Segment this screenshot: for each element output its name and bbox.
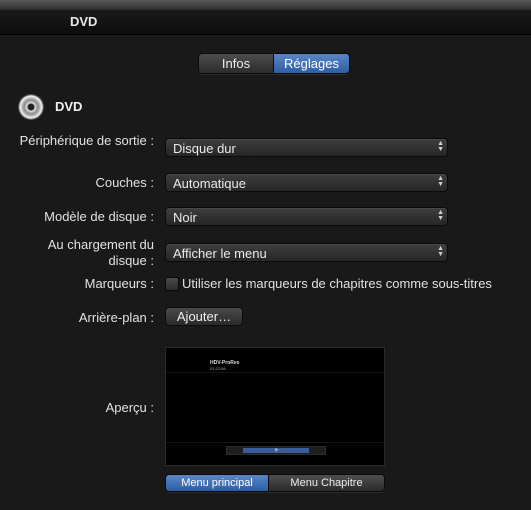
- output-device-popup[interactable]: Disque dur ▲ ▼: [165, 138, 448, 157]
- tab-infos[interactable]: Infos: [199, 54, 273, 73]
- inspector-tabs: Infos Réglages: [198, 53, 350, 74]
- on-load-popup[interactable]: Afficher le menu ▲ ▼: [165, 243, 448, 262]
- preview-divider: [166, 442, 384, 443]
- output-device-value: Disque dur: [173, 141, 236, 156]
- popup-arrows-icon: ▲ ▼: [437, 140, 444, 153]
- background-label: Arrière-plan :: [78, 310, 154, 325]
- markers-checkbox-label[interactable]: Utiliser les marqueurs de chapitres comm…: [182, 276, 492, 291]
- markers-checkbox[interactable]: [165, 277, 179, 291]
- popup-arrows-icon: ▲ ▼: [437, 175, 444, 188]
- output-device-label: Périphérique de sortie :: [19, 133, 154, 148]
- dvd-disc-icon: [19, 95, 43, 119]
- layers-value: Automatique: [173, 176, 246, 191]
- window-top-strip: [0, 0, 531, 10]
- disc-template-label: Modèle de disque :: [44, 209, 154, 224]
- play-icon: ▶: [275, 447, 279, 453]
- popup-arrows-icon: ▲ ▼: [437, 245, 444, 258]
- markers-label: Marqueurs :: [84, 276, 154, 291]
- preview-label: Aperçu :: [105, 400, 154, 415]
- preview-thumb-time: 01:22:58: [210, 366, 226, 371]
- window-title: DVD: [70, 14, 98, 29]
- disc-template-value: Noir: [173, 210, 197, 225]
- preview-playbar: ▶: [226, 446, 326, 455]
- section-title: DVD: [55, 99, 83, 114]
- menu-tabs: Menu principal Menu Chapitre: [165, 474, 385, 492]
- add-background-button[interactable]: Ajouter…: [165, 307, 243, 326]
- disc-template-popup[interactable]: Noir ▲ ▼: [165, 207, 448, 226]
- preview-divider: [166, 372, 384, 373]
- on-load-value: Afficher le menu: [173, 246, 267, 261]
- layers-popup[interactable]: Automatique ▲ ▼: [165, 173, 448, 192]
- popup-arrows-icon: ▲ ▼: [437, 209, 444, 222]
- tab-reglages[interactable]: Réglages: [273, 54, 349, 73]
- on-load-label: Au chargement du disque :: [47, 237, 154, 268]
- tab-chapter-menu[interactable]: Menu Chapitre: [268, 475, 384, 491]
- layers-label: Couches :: [95, 175, 154, 190]
- tab-main-menu[interactable]: Menu principal: [166, 475, 268, 491]
- title-bar: DVD: [0, 10, 531, 35]
- menu-preview: HDV-ProRes 01:22:58 ▶: [165, 347, 385, 466]
